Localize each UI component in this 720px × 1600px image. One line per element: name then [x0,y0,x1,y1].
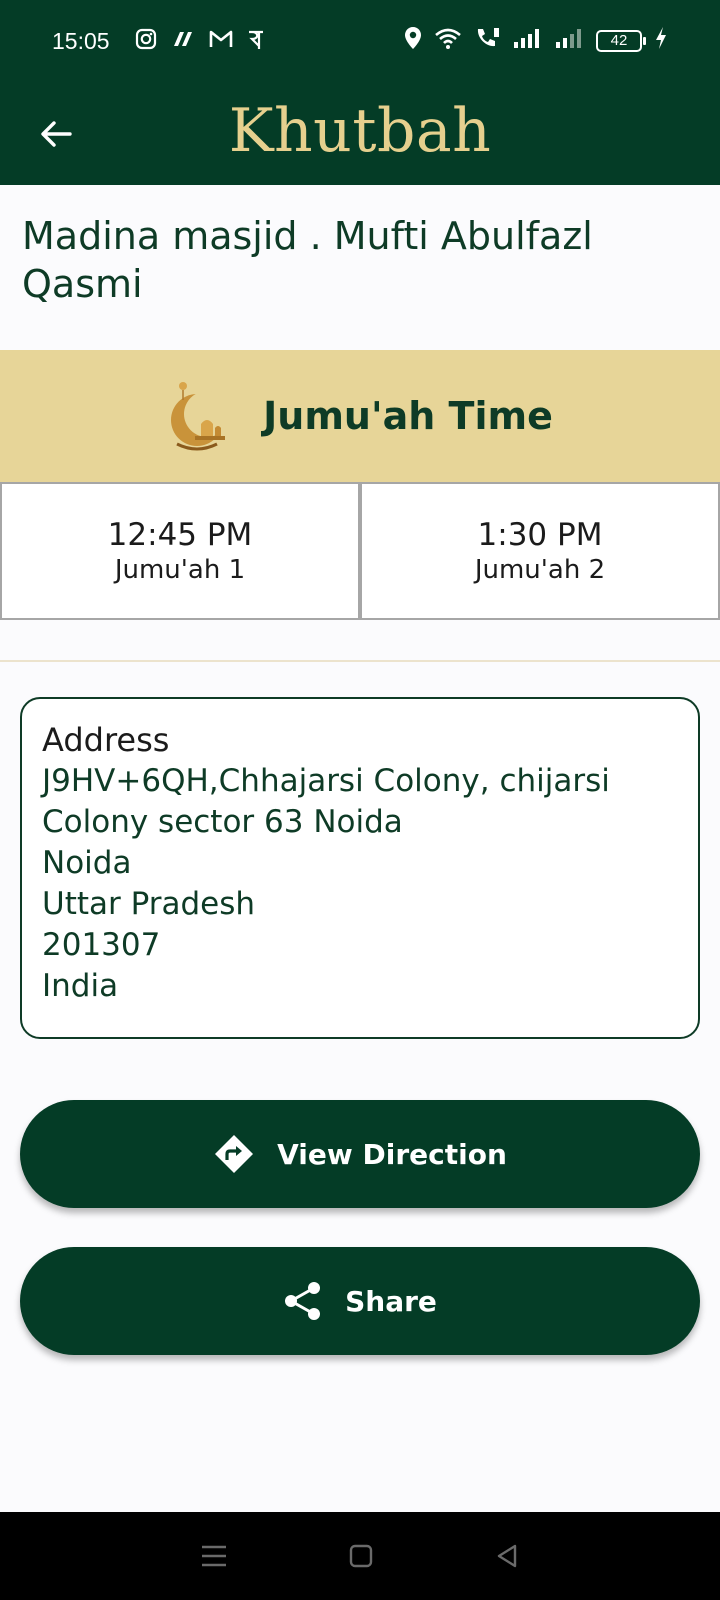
jumuah-time-cell: 1:30 PM Jumu'ah 2 [360,482,720,620]
battery-icon: 42 [596,30,646,52]
mosque-name: Madina masjid . Mufti Abulfazl Qasmi [22,214,593,306]
address-line: Noida [42,845,132,881]
address-line: Colony sector 63 Noida [42,804,403,840]
crescent-lantern-icon [171,382,231,451]
home-square-icon[interactable] [347,1542,375,1570]
share-button[interactable]: Share [20,1247,700,1355]
volte-call-icon [474,26,500,56]
jumuah-title: Jumu'ah Time [263,394,553,438]
jumuah-time-value: 1:30 PM [477,517,603,553]
menu-icon[interactable] [199,1542,229,1570]
jumuah-time-label: Jumu'ah 2 [474,555,606,585]
section-divider [0,660,720,662]
gmail-icon [209,29,233,55]
system-nav-bar [0,1512,720,1600]
address-line: J9HV+6QH,Chhajarsi Colony, chijarsi [42,763,610,799]
wifi-icon [434,27,462,55]
app-title: Khutbah [228,96,492,166]
app-header: 15:05 42 Khutbah [0,0,720,185]
charging-icon [654,26,668,56]
jumuah-time-cell: 12:45 PM Jumu'ah 1 [0,482,360,620]
location-icon [404,26,422,56]
view-direction-label: View Direction [277,1137,507,1171]
address-heading: Address [42,721,170,759]
status-bar: 15:05 42 [0,0,720,84]
notification-icons [135,28,265,56]
share-icon [285,1282,321,1320]
back-triangle-icon[interactable] [493,1542,521,1570]
status-time: 15:05 [52,28,110,54]
app-bar: Khutbah [0,84,720,185]
signal-icon [554,27,584,55]
address-line: Uttar Pradesh [42,886,256,922]
jumuah-time-label: Jumu'ah 1 [114,555,246,585]
phonepe-icon [247,28,265,56]
instagram-icon [135,28,157,56]
view-direction-button[interactable]: View Direction [20,1100,700,1208]
address-line: India [42,968,119,1004]
app-icon [171,28,195,56]
address-line: 201307 [42,927,161,963]
system-icons: 42 [404,26,668,56]
jumuah-banner: Jumu'ah Time [0,350,720,482]
address-card: Address J9HV+6QH,Chhajarsi Colony, chija… [20,697,700,1039]
jumuah-time-value: 12:45 PM [107,517,253,553]
directions-icon [215,1135,254,1173]
share-label: Share [345,1284,437,1318]
jumuah-times: 12:45 PM Jumu'ah 1 1:30 PM Jumu'ah 2 [0,482,720,620]
signal-icon [512,27,542,55]
